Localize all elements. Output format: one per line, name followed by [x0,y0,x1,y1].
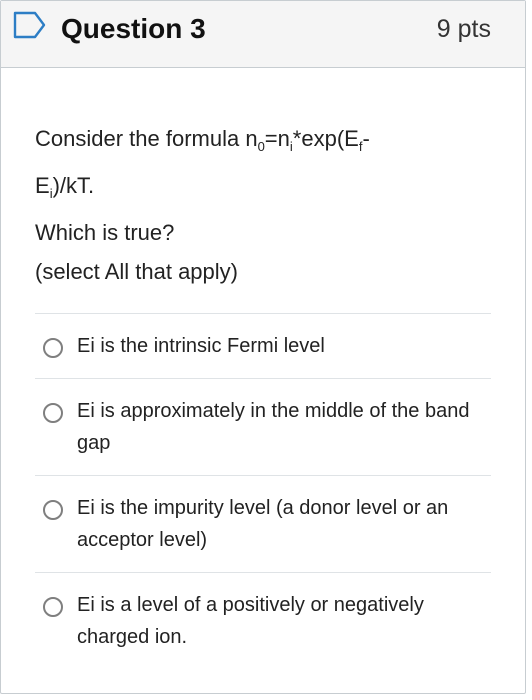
question-line-3: Which is true? [35,220,175,245]
answer-option-1[interactable]: Ei is the intrinsic Fermi level [35,313,491,378]
answer-option-3[interactable]: Ei is the impurity level (a donor level … [35,475,491,572]
checkbox-icon[interactable] [43,597,63,617]
question-title: Question 3 [61,13,206,44]
answer-option-2[interactable]: Ei is approximately in the middle of the… [35,378,491,475]
question-line-1: Consider the formula n0=ni*exp(Ef- [35,126,370,154]
checkbox-icon[interactable] [43,338,63,358]
answer-label: Ei is the impurity level (a donor level … [77,497,449,551]
question-header: Question 3 9 pts [1,1,525,68]
checkbox-icon[interactable] [43,403,63,423]
question-line-2: Ei)/kT. [35,173,95,201]
answer-option-4[interactable]: Ei is a level of a positively or negativ… [35,572,491,669]
question-text: Consider the formula n0=ni*exp(Ef- Ei)/k… [35,119,491,291]
bookmark-outline-icon[interactable] [13,11,47,39]
question-line-4: (select All that apply) [35,259,238,284]
answer-list: Ei is the intrinsic Fermi level Ei is ap… [35,313,491,669]
question-points: 9 pts [436,15,491,43]
answer-label: Ei is approximately in the middle of the… [77,400,470,454]
checkbox-icon[interactable] [43,500,63,520]
question-card: Question 3 9 pts Consider the formula n0… [0,0,526,694]
answer-label: Ei is the intrinsic Fermi level [77,335,325,357]
answer-label: Ei is a level of a positively or negativ… [77,594,424,648]
